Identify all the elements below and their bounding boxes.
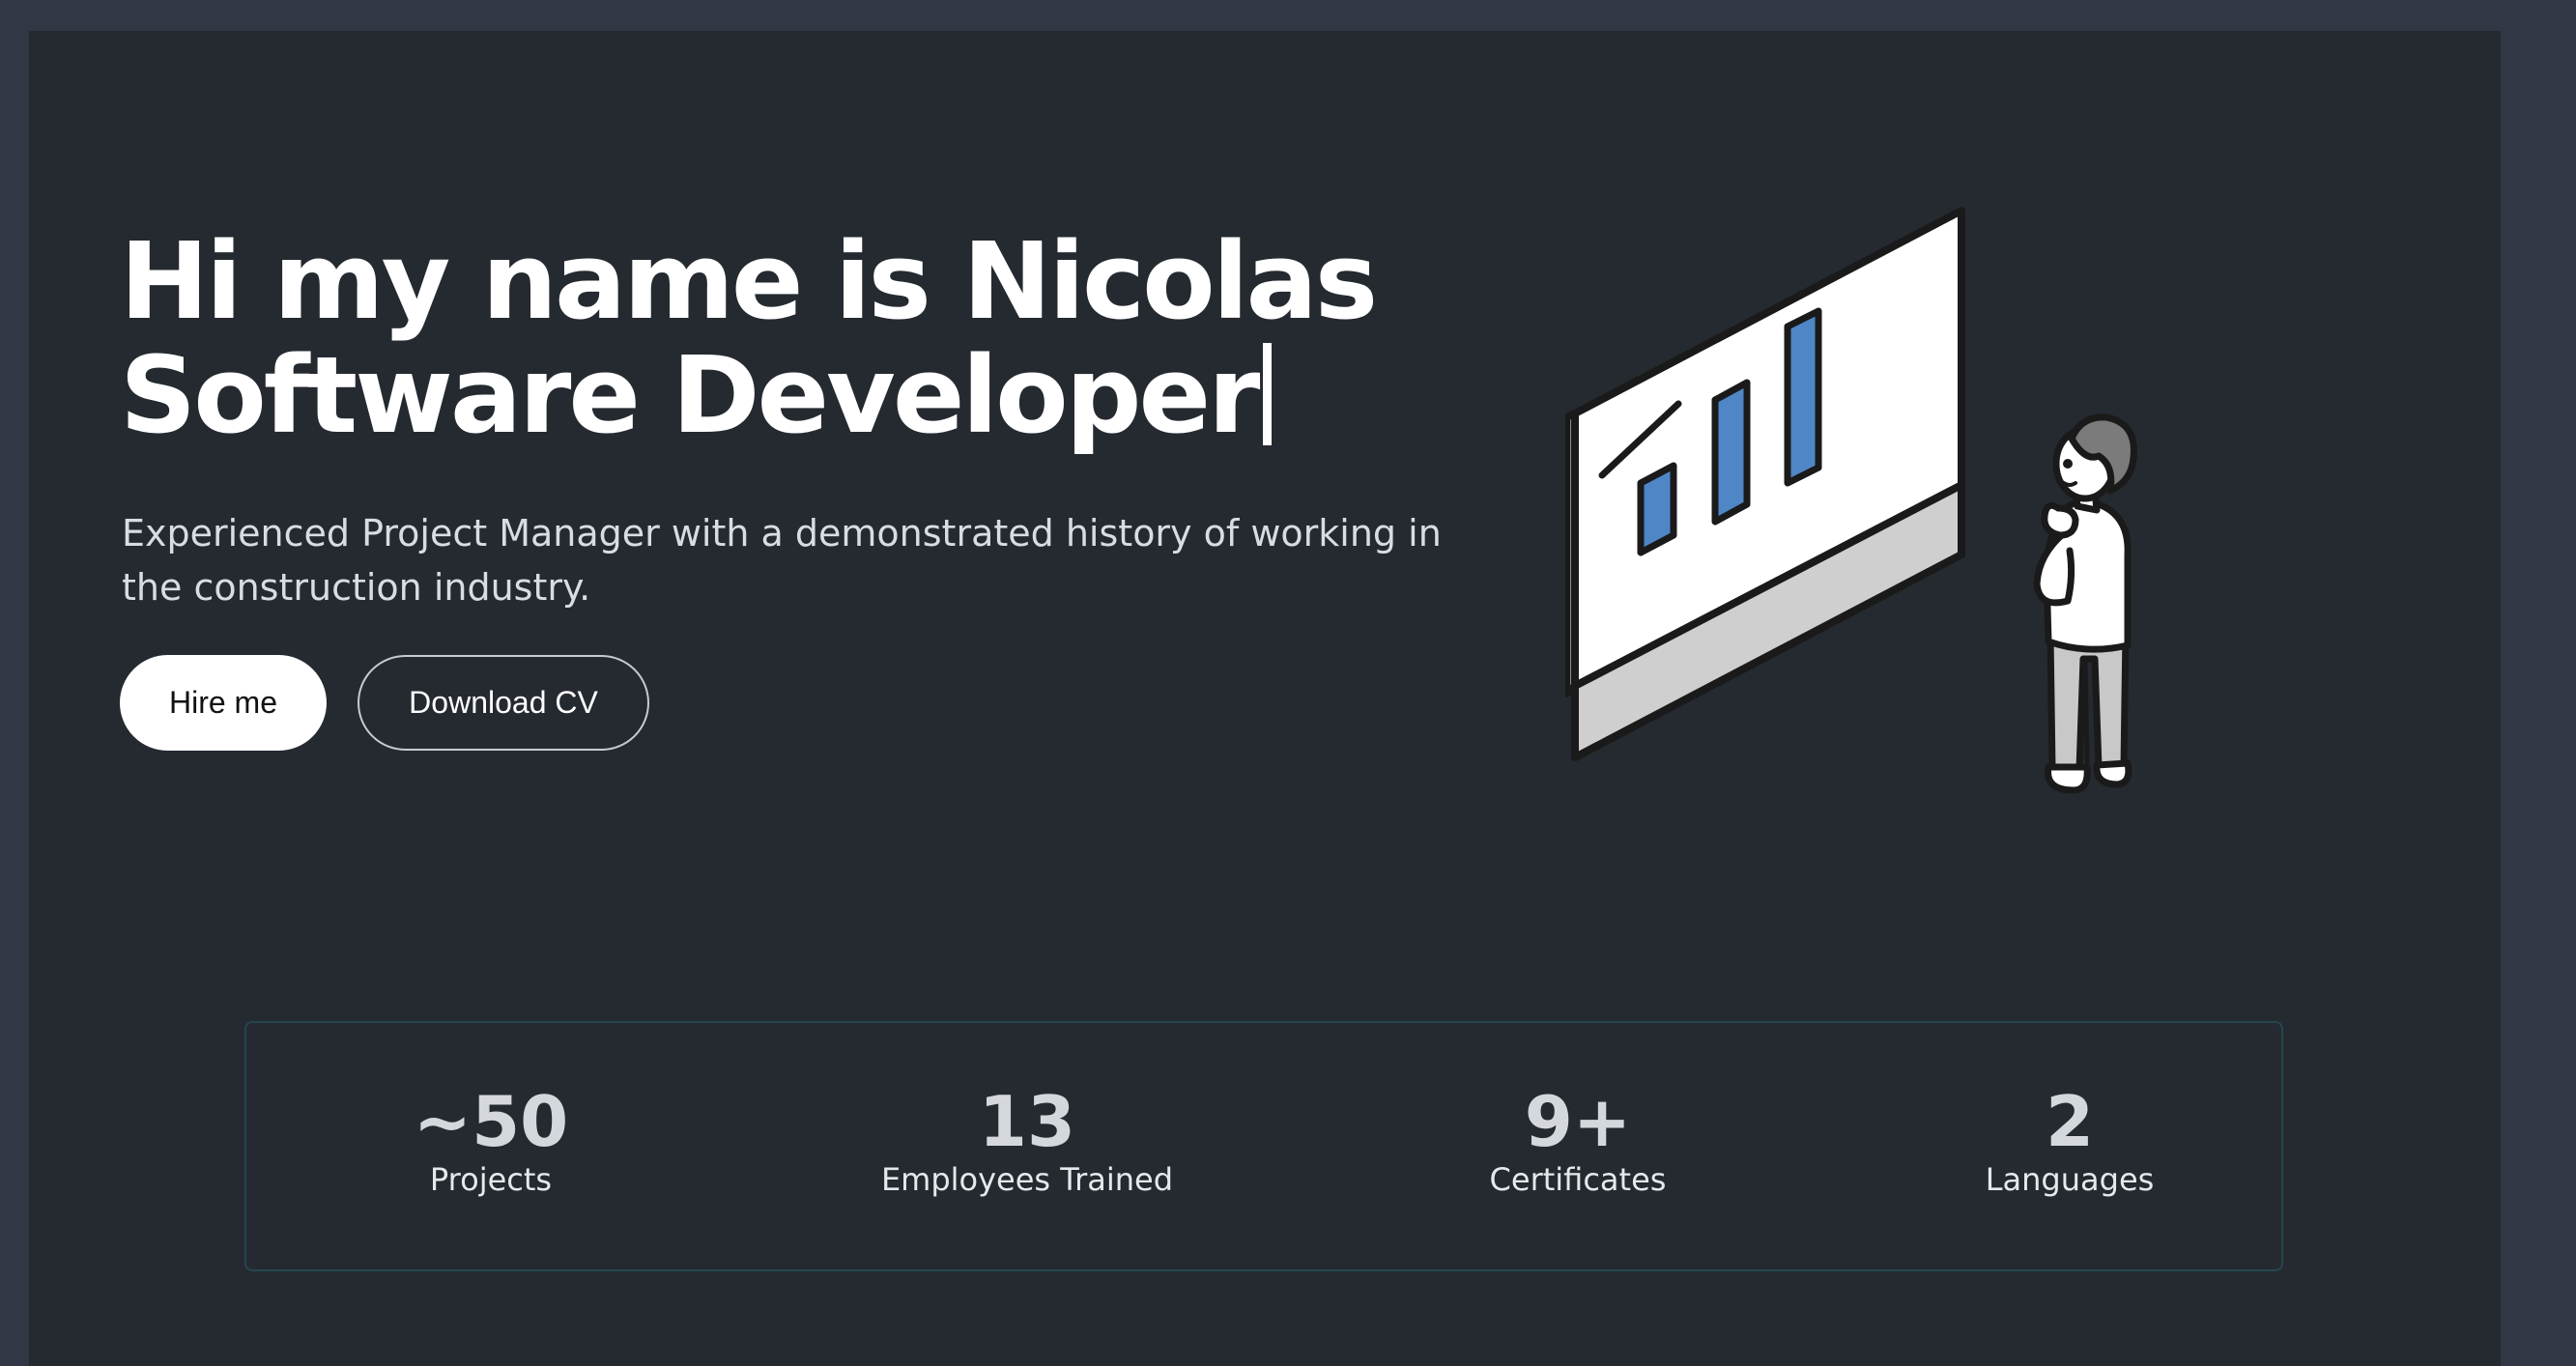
monitor-illustration [1565, 207, 1965, 761]
person-shoe-left [2045, 763, 2091, 794]
stat-value: 13 [978, 1081, 1076, 1162]
person-shoe-right [2093, 759, 2132, 788]
person-arm [2033, 529, 2075, 607]
stat-projects: ~50 Projects [269, 1083, 713, 1199]
stat-employees-trained: 13 Employees Trained [805, 1083, 1249, 1199]
person-eye [2063, 459, 2073, 469]
stat-languages: 2 Languages [1847, 1083, 2292, 1199]
person-hand [2041, 501, 2079, 539]
hire-me-button[interactable]: Hire me [120, 655, 327, 751]
stat-value: ~50 [413, 1081, 569, 1162]
stat-label: Certificates [1489, 1161, 1667, 1198]
person-illustration [2033, 413, 2137, 794]
typing-cursor [1263, 343, 1273, 445]
download-cv-button[interactable]: Download CV [358, 655, 649, 751]
person-mouth [2062, 481, 2077, 487]
stat-certificates: 9+ Certificates [1356, 1083, 1800, 1199]
stat-label: Languages [1985, 1161, 2155, 1198]
hero-title-role-line: Software Developer [120, 338, 1375, 452]
hero-section: Hi my name is Nicolas Software Developer… [29, 31, 2501, 1366]
chart-bar-3 [1784, 307, 1822, 487]
stat-value: 9+ [1524, 1081, 1632, 1162]
hero-title-greeting: Hi my name is Nicolas [120, 219, 1378, 343]
chart-bar-2 [1711, 379, 1751, 526]
hero-title-role: Software Developer [120, 333, 1260, 457]
stats-panel: ~50 Projects 13 Employees Trained 9+ Cer… [244, 1021, 2283, 1271]
stat-value: 2 [2045, 1081, 2095, 1162]
stat-label: Projects [429, 1161, 553, 1198]
chart-bar-1 [1637, 462, 1677, 556]
hero-subtitle: Experienced Project Manager with a demon… [122, 512, 1442, 609]
person-looking-at-chart-monitor-illustration [1565, 207, 2137, 794]
stat-label: Employees Trained [880, 1161, 1174, 1198]
hero-title: Hi my name is Nicolas Software Developer [120, 219, 1378, 452]
